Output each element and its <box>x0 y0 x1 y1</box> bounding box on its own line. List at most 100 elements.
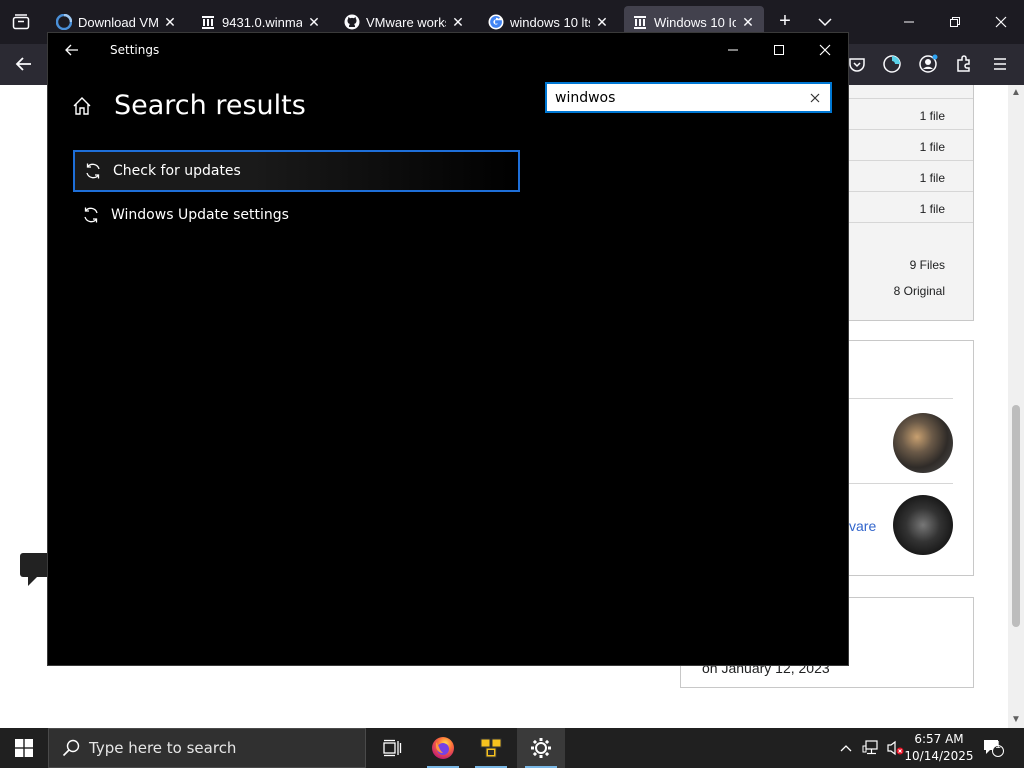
maximize-icon <box>774 45 784 55</box>
related-item-link[interactable]: vare <box>849 518 876 534</box>
close-tab-icon[interactable]: ✕ <box>162 14 178 31</box>
chevron-down-icon <box>818 18 832 27</box>
divider <box>849 222 973 223</box>
divider <box>849 98 973 99</box>
puzzle-icon <box>957 55 970 72</box>
start-button[interactable] <box>0 728 48 768</box>
close-tab-icon[interactable]: ✕ <box>740 14 756 31</box>
files-original[interactable]: 8 Original <box>894 284 945 298</box>
scroll-down-arrow-icon[interactable]: ▼ <box>1011 714 1021 725</box>
taskbar-clock[interactable]: 6:57 AM 10/14/2025 <box>902 731 976 765</box>
sync-icon <box>83 161 103 181</box>
gear-icon <box>531 738 551 758</box>
gauge-icon <box>883 55 901 73</box>
close-icon <box>995 16 1007 28</box>
task-view-button[interactable] <box>368 728 416 768</box>
file-count: 1 file <box>919 171 945 185</box>
files-total[interactable]: 9 Files <box>910 258 945 272</box>
search-result-check-for-updates[interactable]: Check for updates <box>73 150 520 192</box>
account-button[interactable] <box>916 52 940 76</box>
arrow-left-icon <box>65 44 78 56</box>
download-files-box: 1 file 1 file 1 file 1 file 9 Files 8 Or… <box>832 85 974 321</box>
list-all-tabs-button[interactable] <box>812 10 838 34</box>
taskbar: Type here to search 6:57 AM 10/14/2025 1 <box>0 728 1024 768</box>
search-icon <box>61 739 81 757</box>
action-center-button[interactable]: 1 <box>980 728 1006 768</box>
browser-back-button[interactable] <box>10 52 38 76</box>
network-icon <box>862 740 878 755</box>
settings-search-input[interactable] <box>555 88 805 108</box>
hamburger-menu-icon <box>994 58 1006 70</box>
restore-icon <box>950 17 960 27</box>
firefox-icon <box>432 737 454 759</box>
scrollbar-thumb[interactable] <box>1012 405 1020 627</box>
clock-date: 10/14/2025 <box>904 749 974 763</box>
search-result-windows-update-settings[interactable]: Windows Update settings <box>73 194 520 236</box>
settings-window-title: Settings <box>110 43 160 57</box>
settings-search-box[interactable] <box>545 82 832 113</box>
tab-title: windows 10 ltsc <box>510 14 590 30</box>
page-title: Search results <box>114 90 306 121</box>
windows-logo-icon <box>15 739 33 757</box>
file-count: 1 file <box>919 140 945 154</box>
divider <box>849 398 953 399</box>
arrow-left-icon <box>15 57 31 71</box>
settings-maximize-button[interactable] <box>756 35 802 65</box>
taskbar-vmware-button[interactable] <box>467 728 515 768</box>
browser-minimize-button[interactable] <box>886 8 932 36</box>
network-status-button[interactable] <box>860 728 882 768</box>
settings-minimize-button[interactable] <box>710 35 756 65</box>
taskbar-settings-button[interactable] <box>517 728 565 768</box>
chat-bubble-icon <box>20 553 50 586</box>
result-label: Check for updates <box>113 163 241 179</box>
pocket-icon <box>849 58 865 72</box>
tab-title: VMware workstation <box>366 14 446 30</box>
new-tab-button[interactable]: + <box>772 10 798 34</box>
tab-overview-icon <box>12 14 30 30</box>
home-icon <box>73 97 91 115</box>
show-hidden-icons-button[interactable] <box>836 728 856 768</box>
vmware-workstation-icon <box>480 738 502 758</box>
chevron-up-icon <box>840 745 852 752</box>
taskbar-firefox-button[interactable] <box>419 728 467 768</box>
clock-time: 6:57 AM <box>914 732 964 746</box>
divider <box>849 160 973 161</box>
extension-monitor-button[interactable] <box>880 52 904 76</box>
sync-icon <box>81 205 101 225</box>
tab-overview-button[interactable] <box>8 10 34 34</box>
settings-title-bar[interactable]: Settings <box>48 33 848 67</box>
result-label: Windows Update settings <box>111 207 289 223</box>
settings-home-button[interactable] <box>70 94 94 118</box>
tab-title: Download VMware <box>78 14 158 30</box>
minimize-icon <box>904 21 914 23</box>
vmware-icon <box>56 14 72 30</box>
taskbar-search-box[interactable]: Type here to search <box>48 728 366 768</box>
tab-title: 9431.0.winmain_ <box>222 14 302 30</box>
machinery-thumbnail[interactable] <box>893 495 953 555</box>
related-items-box: vare <box>832 340 974 576</box>
gears-thumbnail[interactable] <box>893 413 953 473</box>
browser-close-button[interactable] <box>978 8 1024 36</box>
archive-org-icon <box>200 14 216 30</box>
close-tab-icon[interactable]: ✕ <box>306 14 322 31</box>
taskbar-search-placeholder: Type here to search <box>89 739 237 757</box>
app-menu-button[interactable] <box>988 52 1012 76</box>
page-scrollbar[interactable]: ▲ ▼ <box>1008 85 1024 728</box>
feedback-bubble[interactable] <box>20 553 50 592</box>
github-icon <box>344 14 360 30</box>
file-count: 1 file <box>919 109 945 123</box>
extensions-button[interactable] <box>952 52 976 76</box>
settings-close-button[interactable] <box>802 35 848 65</box>
file-count: 1 file <box>919 202 945 216</box>
settings-back-button[interactable] <box>60 39 84 61</box>
tab-title: Windows 10 IoT <box>654 14 736 30</box>
close-icon <box>819 44 831 56</box>
scroll-up-arrow-icon[interactable]: ▲ <box>1011 87 1021 98</box>
clear-search-button[interactable] <box>806 88 824 108</box>
close-tab-icon[interactable]: ✕ <box>594 14 610 31</box>
google-icon <box>488 14 504 30</box>
browser-restore-button[interactable] <box>932 8 978 36</box>
minimize-icon <box>728 49 738 51</box>
settings-window: Settings Search results Check for update… <box>47 32 849 666</box>
close-tab-icon[interactable]: ✕ <box>450 14 466 31</box>
